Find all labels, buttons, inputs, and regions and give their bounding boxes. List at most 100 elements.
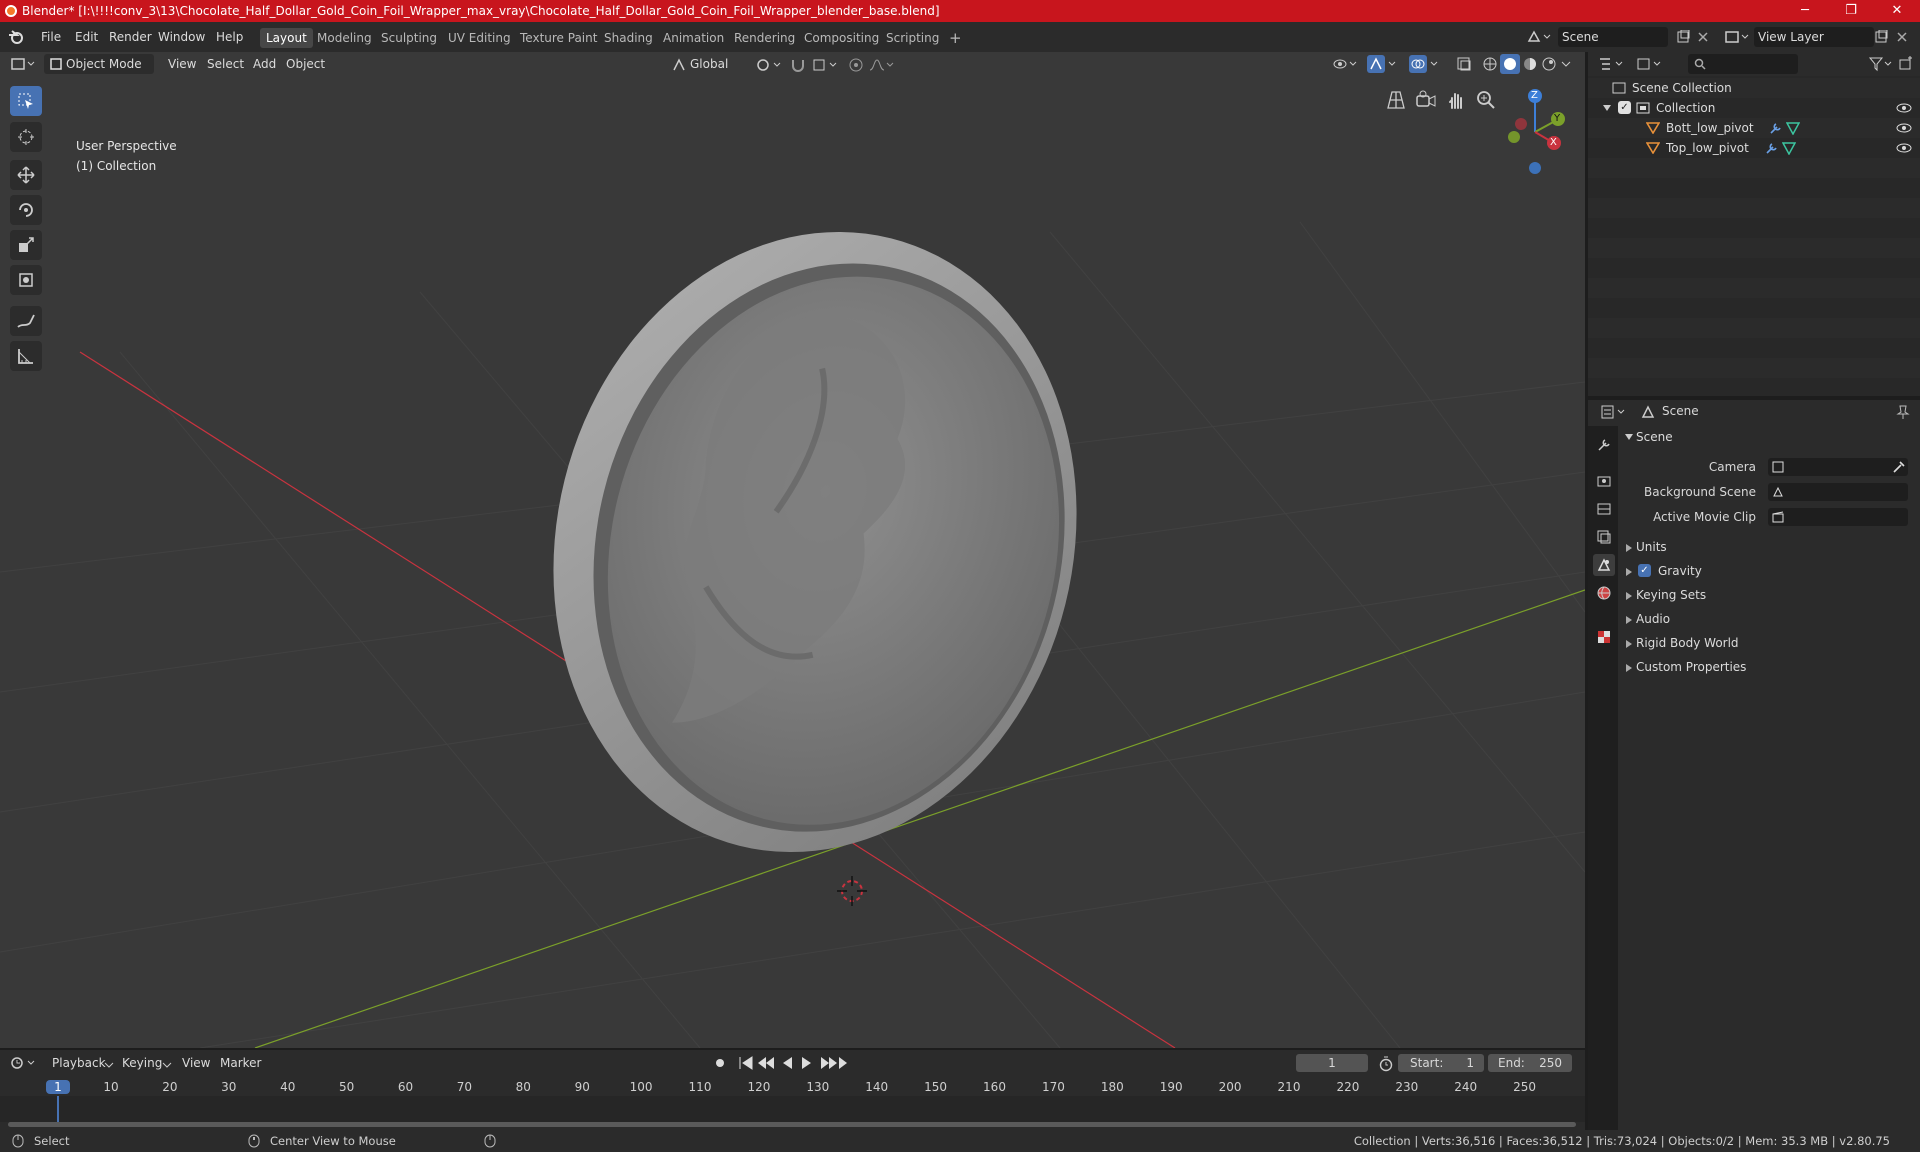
play-button[interactable]	[802, 1057, 811, 1069]
eyedropper-icon[interactable]	[1892, 460, 1906, 474]
current-frame-field[interactable]: 1	[1296, 1054, 1368, 1072]
minimize-button[interactable]: ─	[1782, 0, 1828, 22]
keying-sets-panel-header[interactable]: Keying Sets	[1620, 583, 1918, 607]
keying-menu[interactable]: Keying	[116, 1053, 168, 1073]
scene-name-field[interactable]: Scene	[1558, 27, 1668, 47]
view-layer-field[interactable]: View Layer	[1754, 27, 1874, 47]
background-scene-field[interactable]	[1768, 483, 1908, 501]
world-tab[interactable]	[1593, 582, 1615, 604]
next-keyframe-button[interactable]	[821, 1057, 837, 1069]
object-mode-dropdown[interactable]: Object Mode	[44, 54, 154, 74]
view-layer-browse-icon[interactable]	[1724, 29, 1750, 45]
menu-help[interactable]: Help	[211, 28, 248, 46]
filter-icon[interactable]	[1868, 56, 1892, 72]
scale-tool[interactable]	[10, 230, 42, 260]
playhead-line[interactable]	[57, 1096, 59, 1122]
navigation-gizmo[interactable]	[1495, 86, 1585, 176]
jump-start-button[interactable]	[739, 1056, 753, 1070]
modifier-wrench-icon[interactable]	[1768, 121, 1782, 135]
collection-exclude-checkbox[interactable]: ✓	[1618, 101, 1631, 114]
render-tab[interactable]	[1593, 470, 1615, 492]
tab-sculpting[interactable]: Sculpting	[375, 28, 443, 48]
playback-menu[interactable]: Playback	[46, 1053, 112, 1073]
view-layer-tab[interactable]	[1593, 526, 1615, 548]
tool-tab[interactable]	[1593, 434, 1615, 456]
editor-type-icon[interactable]	[10, 56, 36, 72]
new-scene-icon[interactable]	[1676, 30, 1690, 44]
rigid-body-world-panel-header[interactable]: Rigid Body World	[1620, 631, 1918, 655]
proportional-edit-icon[interactable]	[848, 57, 864, 73]
marker-menu[interactable]: Marker	[214, 1053, 267, 1073]
tab-compositing[interactable]: Compositing	[798, 28, 885, 48]
custom-properties-panel-header[interactable]: Custom Properties	[1620, 655, 1918, 679]
menu-edit[interactable]: Edit	[70, 28, 103, 46]
output-tab[interactable]	[1593, 498, 1615, 520]
visibility-eye-icon[interactable]	[1896, 143, 1912, 153]
frame-ruler[interactable]: 1 10 20 30 40 50 60 70 80 90 100 110 120 130 140 150 160…	[0, 1076, 1585, 1096]
snap-icon[interactable]	[790, 57, 806, 73]
gravity-panel-header[interactable]: ✓ Gravity	[1620, 559, 1918, 583]
visibility-eye-icon[interactable]	[1896, 123, 1912, 133]
units-panel-header[interactable]: Units	[1620, 535, 1918, 559]
menu-select[interactable]: Select	[201, 54, 250, 74]
overlays-toggle-icon[interactable]	[1408, 54, 1442, 74]
3d-viewport[interactable]: Object Mode View Select Add Object Globa…	[0, 52, 1585, 1048]
transform-orientation-dropdown[interactable]: Global	[668, 54, 748, 74]
tab-modeling[interactable]: Modeling	[311, 28, 378, 48]
outliner-row-scene-collection[interactable]: Scene Collection	[1588, 78, 1920, 98]
tab-scripting[interactable]: Scripting	[880, 28, 945, 48]
delete-view-layer-icon[interactable]	[1896, 31, 1908, 43]
gizmo-toggle-icon[interactable]	[1366, 54, 1400, 74]
annotate-tool[interactable]	[10, 306, 42, 336]
timeline-editor-type-icon[interactable]	[10, 1055, 38, 1071]
menu-render[interactable]: Render	[104, 28, 157, 46]
menu-view[interactable]: View	[162, 54, 202, 74]
measure-tool[interactable]	[10, 341, 42, 371]
stopwatch-icon[interactable]	[1378, 1056, 1394, 1072]
rotate-tool[interactable]	[10, 195, 42, 225]
scene-panel-header[interactable]: Scene	[1620, 425, 1918, 449]
maximize-button[interactable]: ❐	[1828, 0, 1874, 22]
new-view-layer-icon[interactable]	[1874, 30, 1888, 44]
mesh-data-icon[interactable]	[1782, 141, 1796, 155]
play-reverse-button[interactable]	[783, 1057, 792, 1069]
move-tool[interactable]	[10, 160, 42, 190]
visibility-selectability-icon[interactable]	[1332, 56, 1360, 72]
visibility-eye-icon[interactable]	[1896, 103, 1912, 113]
pin-icon[interactable]	[1896, 404, 1910, 420]
scene-tab[interactable]	[1593, 554, 1615, 576]
material-preview-icon[interactable]	[1522, 56, 1538, 72]
outliner-row-object[interactable]: Bott_low_pivot	[1588, 118, 1920, 138]
menu-object[interactable]: Object	[280, 54, 331, 74]
tab-shading[interactable]: Shading	[598, 28, 659, 48]
modifier-wrench-icon[interactable]	[1764, 141, 1778, 155]
expand-arrow-icon[interactable]	[1602, 104, 1612, 112]
audio-panel-header[interactable]: Audio	[1620, 607, 1918, 631]
mesh-data-icon[interactable]	[1786, 121, 1800, 135]
close-button[interactable]: ✕	[1874, 0, 1920, 22]
timeline-editor[interactable]: Playback Keying View Marker 1 Start: 1 E…	[0, 1050, 1585, 1130]
tab-layout[interactable]: Layout	[260, 28, 313, 48]
blender-menu-icon[interactable]	[8, 29, 24, 45]
pan-view-icon[interactable]	[1444, 88, 1468, 112]
keyframe-track[interactable]	[0, 1096, 1585, 1122]
timeline-view-menu[interactable]: View	[176, 1053, 216, 1073]
jump-end-button[interactable]	[839, 1057, 847, 1069]
start-frame-field[interactable]: Start: 1	[1398, 1054, 1484, 1072]
outliner-row-object[interactable]: Top_low_pivot	[1588, 138, 1920, 158]
camera-field[interactable]	[1768, 458, 1908, 476]
display-mode-icon[interactable]	[1636, 56, 1664, 72]
wireframe-shading-icon[interactable]	[1482, 56, 1498, 72]
new-collection-icon[interactable]	[1898, 56, 1914, 72]
texture-tab[interactable]	[1593, 626, 1615, 648]
gravity-checkbox[interactable]: ✓	[1638, 564, 1651, 577]
end-frame-field[interactable]: End: 250	[1488, 1054, 1572, 1072]
prev-keyframe-button[interactable]	[758, 1057, 774, 1069]
outliner-search-input[interactable]	[1688, 54, 1798, 74]
delete-scene-icon[interactable]	[1697, 31, 1709, 43]
properties-editor-type-icon[interactable]	[1600, 404, 1628, 420]
outliner-editor-type-icon[interactable]	[1598, 56, 1626, 72]
scene-browse-icon[interactable]	[1526, 29, 1552, 45]
tab-animation[interactable]: Animation	[657, 28, 730, 48]
tab-rendering[interactable]: Rendering	[728, 28, 801, 48]
